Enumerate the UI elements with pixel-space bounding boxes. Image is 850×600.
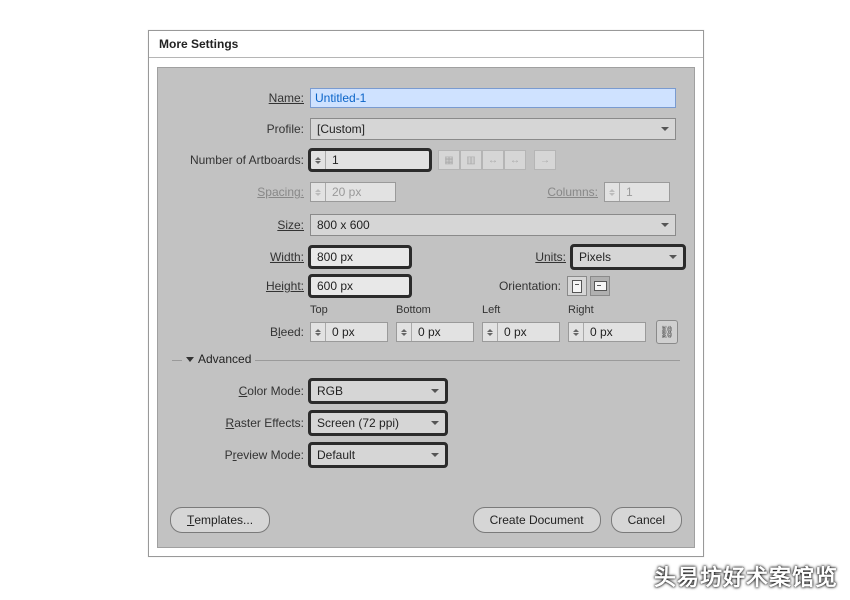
artboards-label: Number of Artboards: bbox=[158, 153, 310, 167]
link-bleed-icon[interactable]: ⛓ bbox=[656, 320, 678, 344]
spinner-arrows-icon[interactable] bbox=[397, 323, 412, 341]
spinner-arrows-icon bbox=[311, 183, 326, 201]
profile-label: Profile: bbox=[158, 122, 310, 136]
templates-button[interactable]: Templates... bbox=[170, 507, 270, 533]
size-label: Size: bbox=[158, 218, 310, 232]
bleed-bottom-label: Bottom bbox=[396, 304, 482, 316]
arrange-left-icon[interactable]: ↔ bbox=[504, 150, 526, 170]
units-dropdown[interactable]: Pixels bbox=[572, 246, 684, 268]
spacing-label: Spacing: bbox=[158, 185, 310, 199]
spinner-arrows-icon[interactable] bbox=[569, 323, 584, 341]
arrange-rtl-icon[interactable]: → bbox=[534, 150, 556, 170]
raster-effects-dropdown[interactable]: Screen (72 ppi) bbox=[310, 412, 446, 434]
bleed-label: Bleed: bbox=[158, 325, 310, 339]
size-dropdown[interactable]: 800 x 600 bbox=[310, 214, 676, 236]
bleed-bottom-spinner[interactable]: 0 px bbox=[396, 322, 474, 342]
bleed-right-label: Right bbox=[568, 304, 654, 316]
grid-by-row-icon[interactable]: ▦ bbox=[438, 150, 460, 170]
spinner-arrows-icon bbox=[605, 183, 620, 201]
preview-mode-dropdown[interactable]: Default bbox=[310, 444, 446, 466]
spinner-arrows-icon[interactable] bbox=[311, 151, 326, 169]
name-input[interactable] bbox=[310, 88, 676, 108]
advanced-toggle[interactable]: Advanced bbox=[182, 352, 255, 366]
create-document-button[interactable]: Create Document bbox=[473, 507, 601, 533]
raster-effects-label: Raster Effects: bbox=[158, 416, 310, 430]
dialog-panel: Name: Profile: [Custom] Number of Artboa… bbox=[157, 67, 695, 548]
orientation-portrait-icon[interactable] bbox=[567, 276, 587, 296]
spacing-spinner: 20 px bbox=[310, 182, 396, 202]
bleed-top-spinner[interactable]: 0 px bbox=[310, 322, 388, 342]
cancel-button[interactable]: Cancel bbox=[611, 507, 682, 533]
width-label: Width: bbox=[158, 250, 310, 264]
name-label: Name: bbox=[158, 91, 310, 105]
dialog-title: More Settings bbox=[149, 31, 703, 58]
orientation-label: Orientation: bbox=[499, 279, 567, 293]
height-label: Height: bbox=[158, 279, 310, 293]
orientation-landscape-icon[interactable] bbox=[590, 276, 610, 296]
height-input[interactable]: 600 px bbox=[310, 276, 410, 296]
color-mode-label: Color Mode: bbox=[158, 384, 310, 398]
spinner-arrows-icon[interactable] bbox=[483, 323, 498, 341]
disclosure-triangle-icon bbox=[186, 357, 194, 362]
spinner-arrows-icon[interactable] bbox=[311, 323, 326, 341]
arrange-right-icon[interactable]: ↔ bbox=[482, 150, 504, 170]
bleed-left-label: Left bbox=[482, 304, 568, 316]
artboards-spinner[interactable]: 1 bbox=[310, 150, 430, 170]
watermark-text: 头易坊好术案馆览 bbox=[654, 560, 838, 592]
bleed-top-label: Top bbox=[310, 304, 396, 316]
width-input[interactable]: 800 px bbox=[310, 247, 410, 267]
preview-mode-label: Preview Mode: bbox=[158, 448, 310, 462]
more-settings-dialog: More Settings Name: Profile: [Custom] Nu… bbox=[148, 30, 704, 557]
bleed-right-spinner[interactable]: 0 px bbox=[568, 322, 646, 342]
bleed-left-spinner[interactable]: 0 px bbox=[482, 322, 560, 342]
color-mode-dropdown[interactable]: RGB bbox=[310, 380, 446, 402]
grid-by-col-icon[interactable]: ▥ bbox=[460, 150, 482, 170]
profile-dropdown[interactable]: [Custom] bbox=[310, 118, 676, 140]
units-label: Units: bbox=[535, 250, 572, 264]
columns-spinner: 1 bbox=[604, 182, 670, 202]
columns-label: Columns: bbox=[547, 185, 604, 199]
